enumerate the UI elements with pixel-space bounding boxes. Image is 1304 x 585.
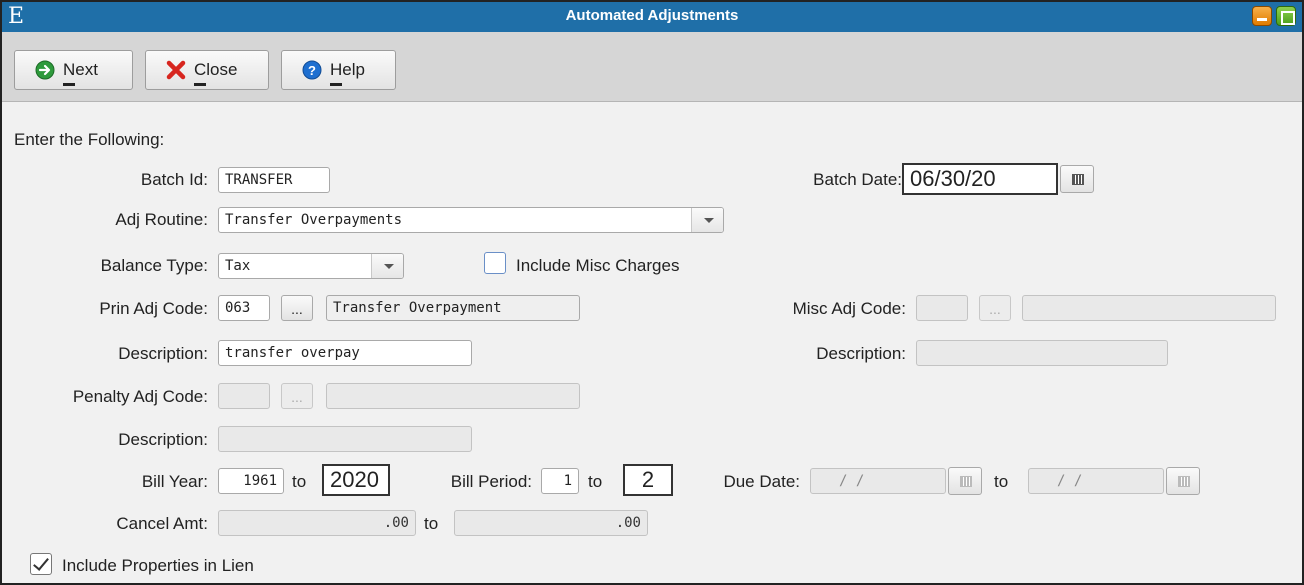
due-date-from-calendar-button[interactable] [948, 467, 982, 495]
misc-description-label: Description: [816, 344, 906, 363]
include-properties-in-lien-label: Include Properties in Lien [62, 556, 254, 575]
misc-adj-code-input[interactable] [916, 295, 968, 321]
bill-period-to-input[interactable]: 2 [623, 464, 673, 496]
batch-date-calendar-button[interactable] [1060, 165, 1094, 193]
help-mnemonic-underline [330, 83, 342, 86]
misc-adj-code-lookup-button[interactable]: ... [979, 295, 1011, 321]
batch-id-label: Batch Id: [140, 170, 208, 189]
batch-date-label: Batch Date: [813, 170, 902, 189]
penalty-adj-code-input[interactable] [218, 383, 270, 409]
help-button-label: Help [330, 60, 365, 79]
app-window: E Automated Adjustments Next Close ? Hel… [0, 0, 1304, 585]
window-title: Automated Adjustments [565, 7, 739, 24]
form-heading: Enter the Following: [14, 130, 165, 149]
maximize-button[interactable] [1276, 6, 1296, 26]
cancel-amt-to-input[interactable]: .00 [454, 510, 648, 536]
calendar-icon [960, 476, 972, 487]
include-misc-charges-checkbox[interactable] [484, 252, 506, 274]
misc-description-input[interactable] [916, 340, 1168, 366]
due-date-label: Due Date: [723, 472, 800, 491]
bill-year-to-label: to [292, 472, 307, 491]
next-button-label: Next [63, 60, 98, 79]
prin-adj-code-description: Transfer Overpayment [326, 295, 580, 321]
toolbar: Next Close ? Help [2, 32, 1302, 102]
balance-type-value: Tax [225, 258, 251, 274]
description-input[interactable]: transfer overpay [218, 340, 472, 366]
prin-adj-code-lookup-button[interactable]: ... [281, 295, 313, 321]
balance-type-select[interactable]: Tax [218, 253, 404, 279]
misc-adj-code-label: Misc Adj Code: [792, 299, 906, 318]
cancel-amt-to-label: to [424, 514, 439, 533]
close-mnemonic-underline [194, 83, 206, 86]
due-date-from-input[interactable]: / / [810, 468, 946, 494]
help-button[interactable]: ? Help [281, 50, 396, 90]
chevron-down-icon[interactable] [371, 254, 403, 278]
include-misc-charges-label: Include Misc Charges [516, 256, 680, 275]
bill-year-to-input[interactable]: 2020 [322, 464, 390, 496]
penalty-description-input[interactable] [218, 426, 472, 452]
penalty-adj-code-label: Penalty Adj Code: [72, 387, 208, 406]
form-panel: Enter the Following: Batch Id: TRANSFER … [2, 102, 1302, 583]
next-mnemonic-underline [63, 83, 75, 86]
penalty-description-label: Description: [118, 430, 208, 449]
chevron-down-icon[interactable] [691, 208, 723, 232]
bill-period-label: Bill Period: [450, 472, 532, 491]
penalty-adj-code-description [326, 383, 580, 409]
calendar-icon [1072, 174, 1084, 185]
prin-adj-code-label: Prin Adj Code: [99, 299, 208, 318]
bill-year-from-input[interactable]: 1961 [218, 468, 284, 494]
bill-period-to-label: to [588, 472, 603, 491]
close-button-label: Close [194, 60, 238, 79]
close-button[interactable]: Close [145, 50, 269, 90]
adj-routine-select[interactable]: Transfer Overpayments [218, 207, 724, 233]
next-arrow-icon [35, 60, 55, 80]
due-date-to-input[interactable]: / / [1028, 468, 1164, 494]
batch-date-input[interactable]: 06/30/20 [902, 163, 1058, 195]
minimize-button[interactable] [1252, 6, 1272, 26]
batch-id-input[interactable]: TRANSFER [218, 167, 330, 193]
red-x-icon [166, 60, 186, 80]
description-label: Description: [118, 344, 208, 363]
penalty-adj-code-lookup-button[interactable]: ... [281, 383, 313, 409]
help-question-icon: ? [302, 60, 322, 80]
include-properties-in-lien-checkbox[interactable] [30, 553, 52, 575]
title-bar[interactable]: E Automated Adjustments [2, 2, 1302, 32]
bill-period-from-input[interactable]: 1 [541, 468, 579, 494]
prin-adj-code-input[interactable]: 063 [218, 295, 270, 321]
cancel-amt-from-input[interactable]: .00 [218, 510, 416, 536]
due-date-to-calendar-button[interactable] [1166, 467, 1200, 495]
calendar-icon [1178, 476, 1190, 487]
svg-text:?: ? [308, 63, 316, 78]
cancel-amt-label: Cancel Amt: [116, 514, 208, 533]
bill-year-label: Bill Year: [141, 472, 208, 491]
adj-routine-label: Adj Routine: [115, 210, 208, 229]
adj-routine-value: Transfer Overpayments [225, 212, 403, 228]
misc-adj-code-description [1022, 295, 1276, 321]
due-date-to-label: to [994, 472, 1009, 491]
balance-type-label: Balance Type: [100, 256, 208, 275]
next-button[interactable]: Next [14, 50, 133, 90]
